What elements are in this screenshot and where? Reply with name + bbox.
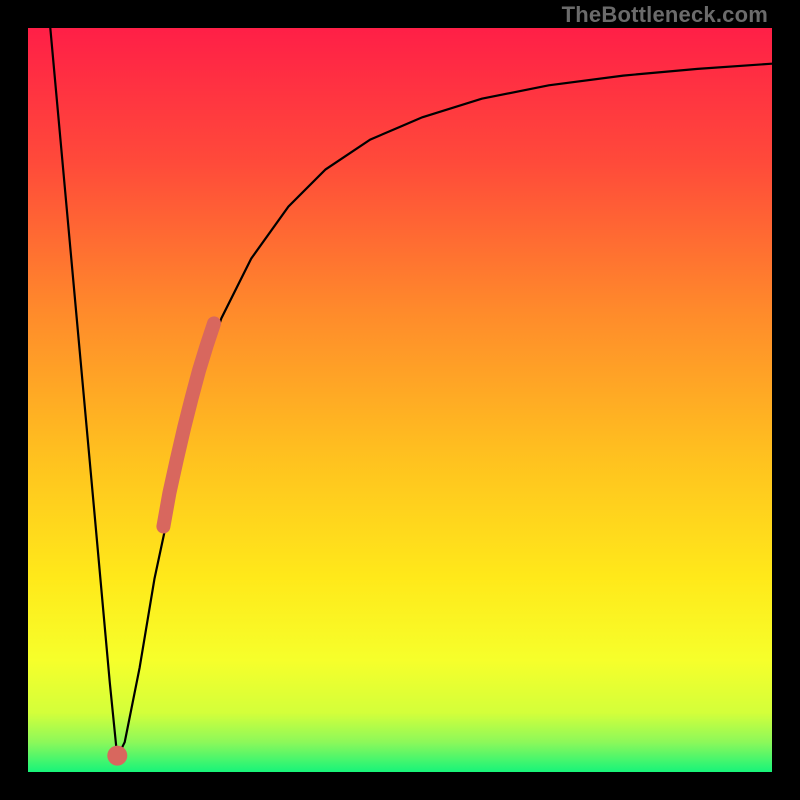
watermark-text: TheBottleneck.com (562, 2, 768, 28)
chart-frame: TheBottleneck.com (0, 0, 800, 800)
plot-area (28, 28, 772, 772)
gradient-background (28, 28, 772, 772)
chart-svg (28, 28, 772, 772)
highlight-dot-icon (107, 746, 127, 766)
